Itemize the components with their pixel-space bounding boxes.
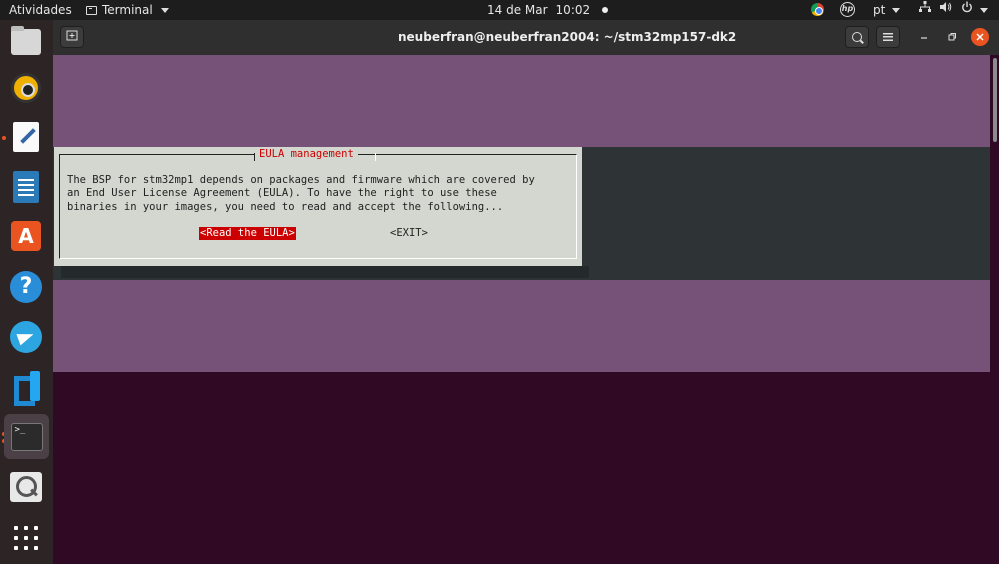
dock-app-store[interactable]: A (7, 217, 45, 255)
top-bar: Atividades Terminal 14 de Mar 10:02 hp p… (0, 0, 999, 20)
chrome-tray-icon[interactable] (811, 3, 824, 16)
minimize-button[interactable] (915, 28, 933, 46)
notification-dot-icon (602, 7, 609, 13)
telegram-icon (10, 321, 42, 353)
clock-date: 14 de Mar (487, 3, 548, 17)
hp-tray-icon[interactable]: hp (840, 2, 855, 17)
scrollbar-thumb[interactable] (993, 58, 997, 142)
clock[interactable]: 14 de Mar 10:02 (487, 0, 609, 20)
image-viewer-icon (10, 472, 42, 502)
app-menu[interactable]: Terminal (86, 0, 169, 20)
close-button[interactable] (971, 28, 989, 46)
dock-terminal[interactable]: >_ (4, 414, 49, 459)
eula-dialog: EULA management The BSP for stm32mp1 dep… (54, 147, 582, 266)
chevron-down-icon (979, 7, 988, 13)
window-title: neuberfran@neuberfran2004: ~/stm32mp157-… (398, 30, 737, 44)
scrollbar[interactable] (991, 55, 999, 564)
files-icon (11, 26, 41, 55)
window-titlebar: neuberfran@neuberfran2004: ~/stm32mp157-… (53, 20, 999, 55)
network-icon[interactable] (919, 0, 931, 20)
running-indicator (2, 136, 6, 140)
chevron-down-icon (160, 7, 169, 13)
dock-telegram[interactable] (7, 318, 45, 356)
minimize-icon (921, 37, 927, 39)
vscode-icon (10, 370, 42, 402)
read-eula-button[interactable]: <Read the EULA> (199, 227, 296, 240)
chevron-down-icon (892, 8, 901, 13)
terminal-icon: >_ (10, 422, 43, 451)
app-menu-label: Terminal (102, 3, 153, 17)
language-label: pt (873, 3, 886, 17)
new-tab-icon (66, 30, 78, 41)
dialog-message: The BSP for stm32mp1 depends on packages… (67, 174, 535, 213)
dialog-shadow (61, 266, 589, 278)
dock: A ? >_ (0, 20, 53, 564)
search-button[interactable] (845, 26, 869, 48)
help-icon: ? (10, 271, 42, 303)
clock-time: 10:02 (555, 3, 591, 17)
app-store-icon: A (11, 221, 41, 251)
power-icon[interactable] (961, 0, 988, 20)
language-indicator[interactable]: pt (873, 0, 901, 20)
activities-button[interactable]: Atividades (9, 0, 72, 20)
dock-rhythmbox[interactable] (7, 69, 45, 107)
terminal-app-icon (86, 5, 97, 15)
search-icon (852, 32, 862, 42)
text-editor-icon (13, 122, 39, 152)
exit-button[interactable]: <EXIT> (390, 227, 428, 240)
terminal-view[interactable]: EULA management The BSP for stm32mp1 dep… (53, 55, 999, 564)
dock-text-editor[interactable] (7, 118, 45, 156)
restore-icon (948, 33, 956, 41)
whiptail-background (53, 280, 990, 372)
show-apps-icon (14, 526, 38, 550)
writer-icon (13, 171, 39, 203)
dock-writer[interactable] (7, 168, 45, 206)
menu-button[interactable] (876, 26, 900, 48)
dock-help[interactable]: ? (7, 268, 45, 306)
show-apps-button[interactable] (7, 519, 45, 557)
new-tab-button[interactable] (60, 26, 84, 48)
dock-vscode[interactable] (7, 367, 45, 405)
close-icon (976, 33, 984, 41)
volume-icon[interactable] (940, 0, 952, 20)
dialog-title: EULA management (255, 147, 358, 161)
title-border (375, 153, 376, 161)
hamburger-icon (883, 33, 893, 41)
rhythmbox-icon (11, 73, 41, 103)
dock-files[interactable] (7, 23, 45, 61)
maximize-button[interactable] (943, 28, 961, 46)
whiptail-background (53, 55, 990, 147)
dock-image-viewer[interactable] (7, 468, 45, 506)
